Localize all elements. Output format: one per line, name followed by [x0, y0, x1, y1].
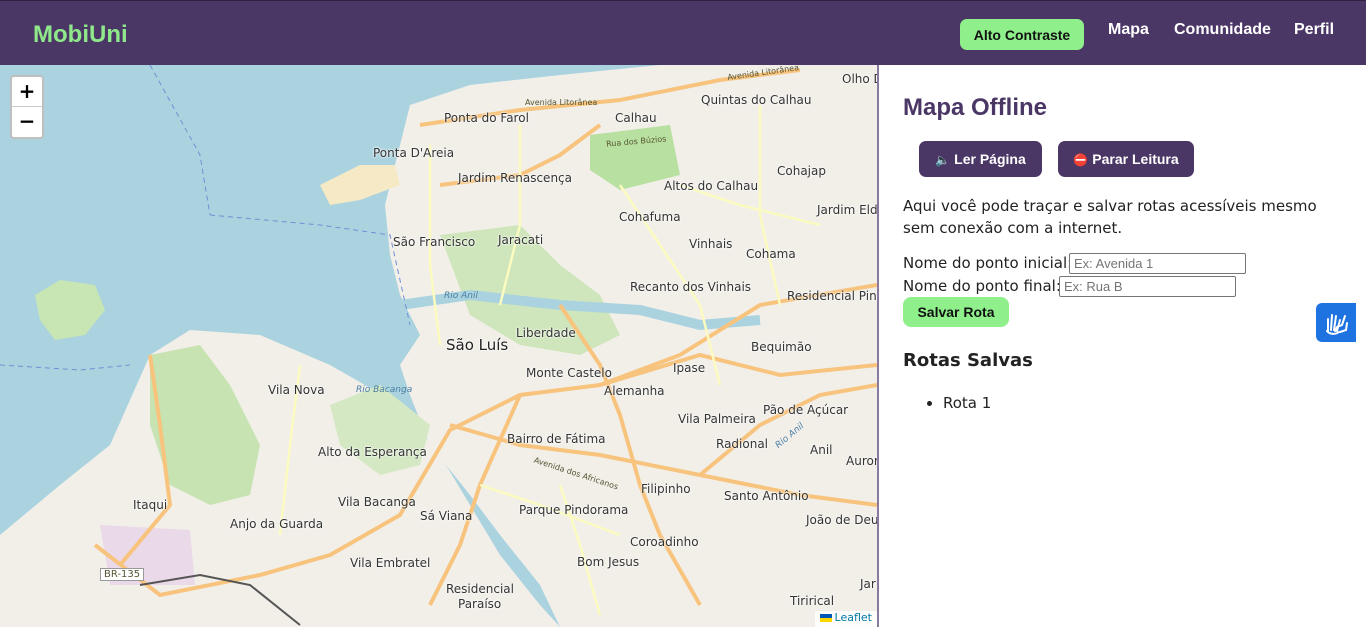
saved-routes-list: Rota 1: [943, 394, 991, 412]
map-attribution: Leaflet: [814, 611, 877, 627]
map-label: Pão de Açúcar: [763, 403, 849, 417]
map-label: Residencial: [446, 582, 514, 596]
map-label: Anil: [810, 443, 833, 457]
map-label: Sá Viana: [420, 509, 473, 523]
map-label: Liberdade: [516, 326, 576, 340]
page-title: Mapa Offline: [903, 94, 1048, 121]
map-label: Bequimão: [751, 340, 812, 354]
map-label: Santo Antônio: [724, 489, 809, 503]
small-island: [35, 280, 105, 340]
saved-route-item[interactable]: Rota 1: [943, 394, 991, 412]
leaflet-link[interactable]: Leaflet: [835, 611, 872, 624]
map-label: Bom Jesus: [577, 555, 640, 569]
map-label: Vila Palmeira: [678, 412, 756, 426]
stop-reading-button[interactable]: ⛔ Parar Leitura: [1058, 141, 1194, 177]
ukraine-flag-icon: [819, 614, 832, 622]
map-label: Quintas do Calhau: [701, 93, 812, 107]
stop-icon: ⛔: [1073, 153, 1089, 167]
stop-reading-label: Parar Leitura: [1092, 151, 1179, 167]
start-point-label: Nome do ponto inicial:: [903, 254, 1073, 272]
map-label: Vila Nova: [268, 383, 325, 397]
nav-link-community[interactable]: Comunidade: [1174, 21, 1271, 39]
saved-routes-title: Rotas Salvas: [903, 350, 1033, 371]
map-label: Monte Castelo: [526, 366, 612, 380]
sign-language-widget-button[interactable]: [1316, 303, 1356, 342]
map-label: Vila Embratel: [350, 556, 431, 570]
map-label: Ponta D'Areia: [373, 146, 455, 160]
map-label: Tirirical: [790, 594, 835, 608]
map-label: Anjo da Guarda: [230, 517, 324, 531]
map-label: Vila Bacanga: [338, 495, 416, 509]
offline-map-panel: Mapa Offline 🔈 Ler Página ⛔ Parar Leitura …: [879, 65, 1366, 627]
map-label: Cohama: [746, 247, 796, 261]
map-label: Coroadinho: [630, 535, 699, 549]
map-label: Ipase: [673, 361, 706, 375]
high-contrast-button[interactable]: Alto Contraste: [960, 19, 1084, 50]
end-point-label: Nome do ponto final:: [903, 277, 1061, 295]
map-label: Residencial Pinheiros: [787, 289, 877, 303]
map-label: Filipinho: [641, 482, 691, 496]
map-label: Itaqui: [133, 498, 168, 512]
map-label: Parque Pindorama: [519, 503, 629, 517]
map-label: Recanto dos Vinhais: [630, 280, 752, 294]
map-label: Jar: [860, 577, 876, 591]
map-label: Cohajap: [777, 164, 826, 178]
save-route-button[interactable]: Salvar Rota: [903, 297, 1009, 327]
map-label: Alemanha: [604, 384, 665, 398]
start-point-input[interactable]: [1069, 253, 1246, 274]
speaker-icon: 🔈: [935, 153, 951, 167]
map-label: Cohafuma: [619, 210, 681, 224]
zoom-control: + −: [10, 75, 44, 139]
map-label: Jardim Renascença: [458, 171, 572, 185]
map-label: Auror: [846, 454, 877, 468]
map-label: Altos do Calhau: [664, 179, 759, 193]
zoom-out-button[interactable]: −: [12, 107, 42, 137]
read-page-button[interactable]: 🔈 Ler Página: [919, 141, 1042, 177]
map-label: Ponta do Farol: [444, 111, 529, 125]
sign-language-hands-icon: [1326, 314, 1348, 335]
map-label: Olho D: [842, 72, 877, 86]
map-label: Alto da Esperança: [318, 445, 427, 459]
highway-shield: BR-135: [100, 568, 145, 581]
map-label: João de Deus: [806, 513, 877, 527]
map-label: São Luís: [446, 336, 509, 354]
end-point-input[interactable]: [1059, 276, 1236, 297]
water-label: Rio Anil: [444, 291, 478, 301]
nav-link-map[interactable]: Mapa: [1108, 21, 1149, 39]
map-label: Radional: [716, 437, 769, 451]
water-label: Rio Bacanga: [356, 385, 413, 395]
map-label: Calhau: [615, 111, 657, 125]
zoom-in-button[interactable]: +: [12, 77, 42, 107]
map-label: Bairro de Fátima: [507, 432, 606, 446]
map-label: Jardim Eldo: [817, 203, 877, 217]
nav-link-profile[interactable]: Perfil: [1294, 21, 1334, 39]
map-view[interactable]: + − São Luís Ponta do Farol Calhau Quint…: [0, 65, 877, 627]
map-label: Vinhais: [689, 237, 733, 251]
map-label: Paraíso: [458, 597, 502, 611]
road-label: Avenida Litorânea: [525, 98, 598, 107]
map-label: Jaracati: [498, 233, 544, 247]
page-description: Aqui você pode traçar e salvar rotas ace…: [903, 197, 1317, 237]
read-page-label: Ler Página: [954, 151, 1026, 167]
map-label: São Francisco: [393, 235, 476, 249]
top-navbar: MobiUni Alto Contraste Mapa Comunidade P…: [0, 0, 1366, 65]
brand-logo[interactable]: MobiUni: [33, 21, 128, 49]
